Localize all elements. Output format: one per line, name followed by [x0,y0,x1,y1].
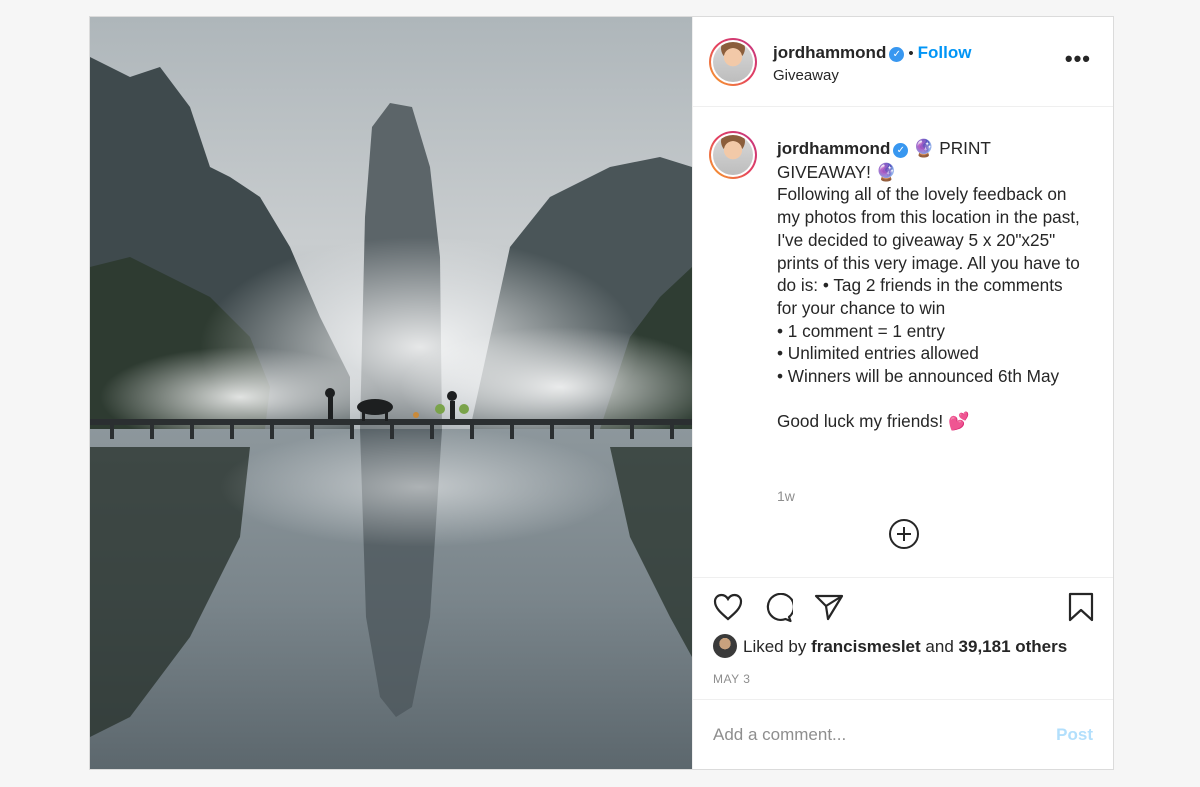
more-options-icon[interactable]: ••• [1065,48,1091,70]
post-caption: jordhammond ✓ 🔮 PRINT GIVEAWAY! 🔮 Followi… [777,137,1087,433]
share-icon[interactable] [814,593,844,621]
post-location[interactable]: Giveaway [773,67,971,84]
post-header: jordhammond ✓ • Follow Giveaway ••• [693,17,1113,107]
follow-button[interactable]: Follow [918,43,972,62]
post-card: jordhammond ✓ • Follow Giveaway ••• jordham… [89,16,1114,770]
comment-icon[interactable] [763,593,793,623]
comment-input[interactable] [713,723,1033,747]
likes-summary: Liked by francismeslet and 39,181 others [713,634,1067,658]
header-text: jordhammond ✓ • Follow Giveaway [773,43,971,84]
post-photo[interactable] [90,17,692,769]
avatar-image [713,42,753,82]
post-date[interactable]: MAY 3 [713,672,750,686]
post-comment-button[interactable]: Post [1056,725,1093,745]
liker-username[interactable]: francismeslet [811,637,921,656]
bookmark-icon[interactable] [1068,592,1094,622]
author-avatar[interactable] [709,38,757,86]
likes-prefix: Liked by [743,637,807,656]
action-section: Liked by francismeslet and 39,181 others… [693,577,1113,700]
load-more-icon[interactable] [889,519,919,549]
heart-icon[interactable] [713,593,743,621]
liker-avatar[interactable] [713,634,737,658]
verified-icon: ✓ [893,143,909,158]
caption-username[interactable]: jordhammond [777,139,890,158]
separator-dot: • [908,45,914,62]
post-image [90,17,692,769]
caption-text: 🔮 PRINT GIVEAWAY! 🔮 Following all of the… [777,138,1080,432]
caption-timestamp[interactable]: 1w [777,488,795,504]
author-username[interactable]: jordhammond [773,43,886,62]
avatar-image [713,135,753,175]
likes-conjunction: and [925,637,954,656]
verified-icon: ✓ [889,47,905,62]
caption-avatar[interactable] [709,131,757,179]
post-sidebar: jordhammond ✓ • Follow Giveaway ••• jordham… [692,17,1113,769]
likes-count[interactable]: 39,181 others [959,637,1068,656]
